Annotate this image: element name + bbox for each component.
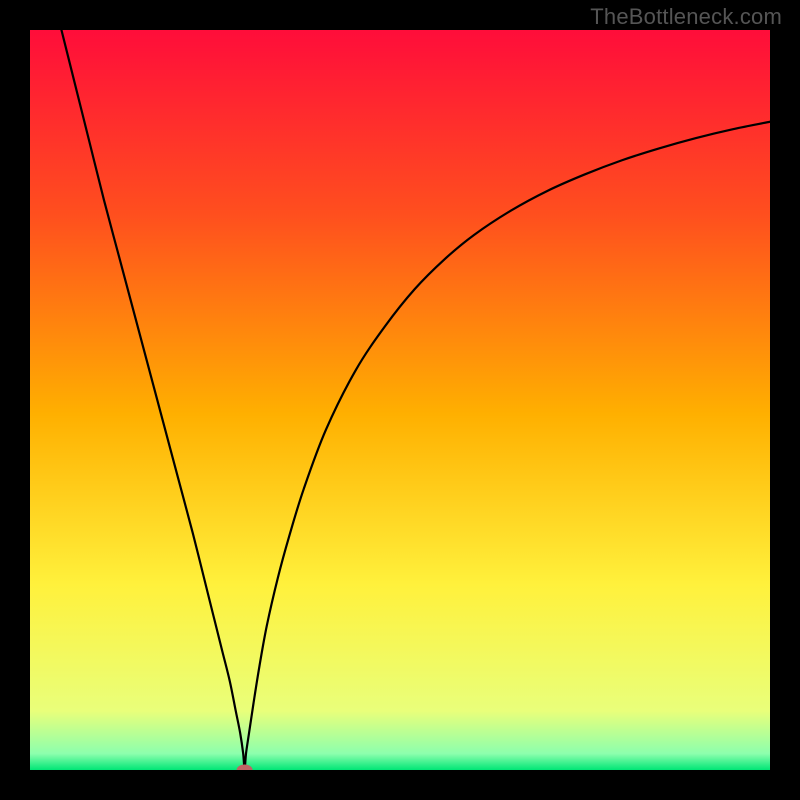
plot-area bbox=[30, 30, 770, 770]
chart-svg bbox=[30, 30, 770, 770]
chart-frame: TheBottleneck.com bbox=[0, 0, 800, 800]
gradient-background bbox=[30, 30, 770, 770]
watermark-text: TheBottleneck.com bbox=[590, 4, 782, 30]
